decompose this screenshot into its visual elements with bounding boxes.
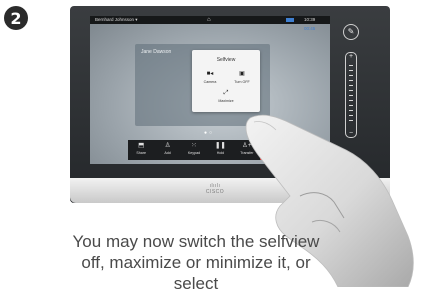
video-camera-icon: ■◂ bbox=[206, 71, 214, 77]
keypad-label: Keypad bbox=[187, 151, 201, 155]
home-icon[interactable]: ⌂ bbox=[207, 16, 211, 24]
clock: 10:39 bbox=[304, 17, 316, 22]
maximize-option[interactable]: ⤢ Maximize bbox=[212, 90, 240, 103]
transfer-button[interactable]: ♙+ Transfer bbox=[234, 140, 260, 160]
popup-title: Selfview bbox=[216, 57, 236, 63]
volume-down-icon[interactable]: − bbox=[346, 130, 356, 137]
volume-up-icon[interactable]: + bbox=[346, 53, 356, 60]
camera-option-label: Camera bbox=[203, 80, 217, 84]
call-duration: 00:45 bbox=[304, 26, 316, 31]
end-call-button[interactable] bbox=[260, 140, 282, 160]
hold-button[interactable]: ❚❚ Hold bbox=[207, 140, 233, 160]
caller-name[interactable]: Bernhard Johnsson ▾ bbox=[95, 16, 138, 24]
hold-label: Hold bbox=[216, 151, 225, 155]
add-person-icon: ♙ bbox=[164, 142, 171, 149]
instruction-caption: You may now switch the selfview off, max… bbox=[72, 232, 320, 293]
turn-off-option[interactable]: ▣ Turn OFF bbox=[228, 71, 256, 84]
pause-icon: ❚❚ bbox=[214, 142, 226, 149]
step-number-badge: 2 bbox=[4, 6, 28, 30]
participant-name: Jane Dawson bbox=[141, 49, 172, 55]
status-bar: Bernhard Johnsson ▾ ⌂ 10:39 bbox=[90, 16, 330, 24]
maximize-option-label: Maximize bbox=[218, 99, 234, 103]
person-off-icon: ▣ bbox=[239, 71, 245, 77]
signal-icon bbox=[286, 18, 294, 22]
add-label: Add bbox=[164, 151, 171, 155]
mute-microphone-icon[interactable]: ✎ bbox=[343, 24, 359, 40]
call-toolbar: ⬒ Share ♙ Add ⁙ Keypad ❚❚ Hold ♙+ Transf… bbox=[128, 140, 260, 160]
camera-option[interactable]: ■◂ Camera bbox=[196, 71, 224, 84]
expand-arrows-icon: ⤢ bbox=[223, 90, 229, 96]
keypad-icon: ⁙ bbox=[191, 142, 197, 149]
keypad-button[interactable]: ⁙ Keypad bbox=[181, 140, 207, 160]
share-label: Share bbox=[136, 151, 146, 155]
transfer-label: Transfer bbox=[240, 151, 254, 155]
transfer-icon: ♙+ bbox=[242, 142, 252, 149]
selfview-popup: Selfview ■◂ Camera ▣ Turn OFF ⤢ Maximize bbox=[192, 50, 260, 112]
touch-screen: Bernhard Johnsson ▾ ⌂ 10:39 00:45 Jane D… bbox=[90, 16, 330, 164]
share-icon: ⬒ bbox=[138, 142, 145, 149]
volume-slider[interactable]: + − bbox=[345, 52, 357, 138]
share-button[interactable]: ⬒ Share bbox=[128, 140, 154, 160]
turn-off-option-label: Turn OFF bbox=[234, 80, 250, 84]
volume-ticks bbox=[349, 65, 353, 125]
page-indicator: ●○ bbox=[204, 130, 215, 136]
add-button[interactable]: ♙ Add bbox=[154, 140, 180, 160]
cisco-logo: ılıılı CISCO bbox=[205, 183, 225, 195]
